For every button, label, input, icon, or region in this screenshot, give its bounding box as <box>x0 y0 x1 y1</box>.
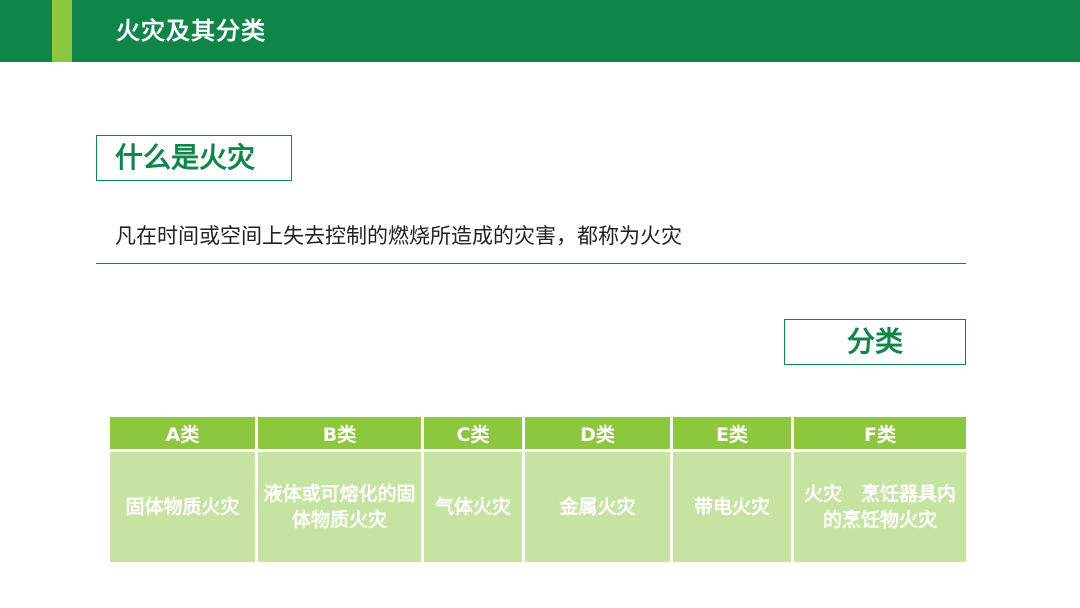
what-is-fire-heading-box: 什么是火灾 <box>96 135 292 181</box>
class-f-description: 火灾 烹饪器具内的烹饪物火灾 <box>791 449 969 565</box>
classification-heading-box: 分类 <box>784 319 966 365</box>
divider-line <box>96 263 966 264</box>
classification-heading: 分类 <box>846 325 903 358</box>
column-header-class-b: B类 <box>255 414 424 452</box>
table-header-row: A类 B类 C类 D类 E类 F类 <box>107 414 969 452</box>
class-c-description: 气体火灾 <box>421 449 525 565</box>
column-header-class-a: A类 <box>107 414 258 452</box>
table-row: 固体物质火灾 液体或可熔化的固体物质火灾 气体火灾 金属火灾 带电火灾 火灾 烹… <box>107 449 969 565</box>
column-header-class-d: D类 <box>522 414 673 452</box>
page-title: 火灾及其分类 <box>116 17 266 45</box>
class-d-description: 金属火灾 <box>522 449 673 565</box>
what-is-fire-heading: 什么是火灾 <box>115 141 256 174</box>
class-e-description: 带电火灾 <box>670 449 794 565</box>
class-b-description: 液体或可熔化的固体物质火灾 <box>255 449 424 565</box>
column-header-class-f: F类 <box>791 414 969 452</box>
column-header-class-c: C类 <box>421 414 525 452</box>
fire-classification-table: A类 B类 C类 D类 E类 F类 固体物质火灾 液体或可熔化的固体物质火灾 气… <box>107 414 969 565</box>
header-accent-stripe <box>52 0 72 62</box>
column-header-class-e: E类 <box>670 414 794 452</box>
fire-definition-text: 凡在时间或空间上失去控制的燃烧所造成的灾害，都称为火灾 <box>115 224 682 248</box>
class-a-description: 固体物质火灾 <box>107 449 258 565</box>
